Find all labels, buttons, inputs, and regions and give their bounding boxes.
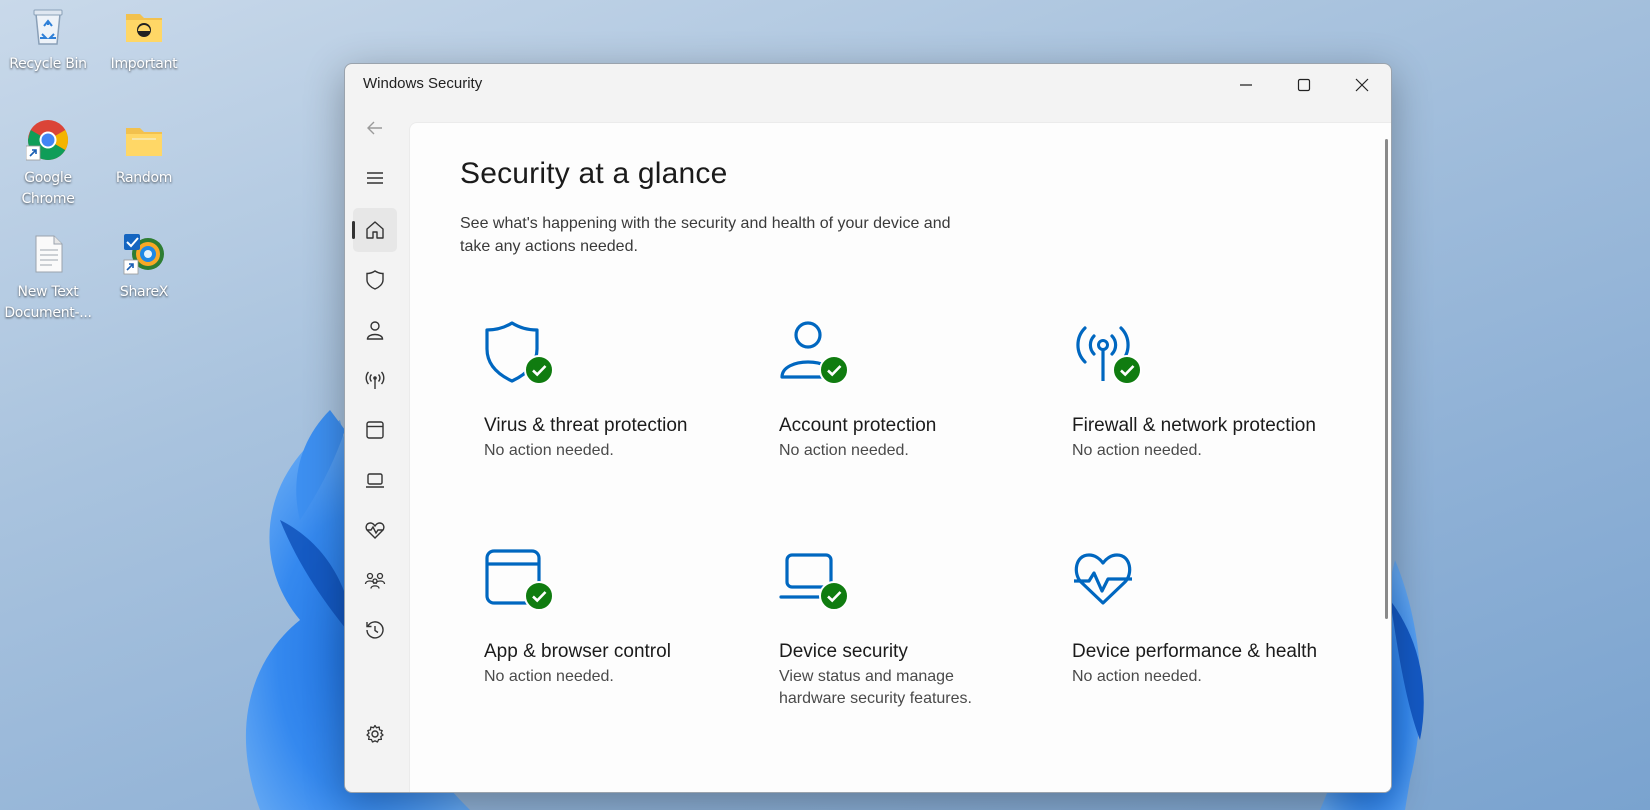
tile-device-security[interactable]: Device security View status and manage h…	[779, 545, 1029, 710]
close-button[interactable]	[1333, 64, 1391, 106]
recycle-bin-icon	[26, 4, 70, 48]
tile-device-performance-health[interactable]: Device performance & health No action ne…	[1072, 545, 1322, 688]
page-title: Security at a glance	[460, 157, 728, 190]
hamburger-menu-icon	[367, 172, 383, 184]
tile-title: App & browser control	[484, 641, 671, 662]
nav-item-home[interactable]	[352, 208, 397, 252]
app-window-icon	[366, 421, 384, 439]
checkmark-icon	[819, 355, 849, 385]
home-icon	[366, 221, 384, 239]
tile-status: No action needed.	[779, 442, 909, 459]
navigation-rail	[345, 106, 405, 792]
heart-pulse-icon	[1074, 553, 1132, 605]
checkmark-icon	[819, 581, 849, 611]
tile-title: Device security	[779, 641, 908, 662]
desktop-icon-important[interactable]: Important	[98, 4, 190, 75]
desktop-icon-label: Google Chrome	[21, 170, 75, 207]
desktop-icon-sharex[interactable]: ShareX	[98, 232, 190, 303]
window-title: Windows Security	[363, 75, 483, 92]
desktop-icon-label: New Text Document-...	[4, 284, 92, 321]
back-arrow-icon	[367, 121, 382, 135]
main-content: Security at a glance See what's happenin…	[409, 122, 1391, 792]
page-subtitle: See what's happening with the security a…	[460, 215, 951, 255]
nav-menu-button[interactable]	[353, 156, 397, 200]
shield-icon	[366, 270, 384, 290]
heart-pulse-icon	[365, 522, 385, 539]
laptop-icon	[366, 473, 384, 488]
tile-status: View status and manage hardware security…	[779, 668, 972, 707]
desktop-icon-label: Important	[110, 56, 178, 72]
minimize-icon	[1240, 84, 1252, 86]
nav-item-app-browser[interactable]	[353, 408, 397, 452]
antenna-icon	[365, 371, 385, 389]
nav-back-button[interactable]	[353, 106, 397, 150]
tile-status: No action needed.	[484, 668, 614, 685]
desktop-icon-recycle-bin[interactable]: Recycle Bin	[2, 4, 94, 75]
nav-item-device-performance[interactable]	[353, 508, 397, 552]
checkmark-icon	[524, 355, 554, 385]
maximize-icon	[1297, 78, 1311, 92]
folder-icon	[122, 118, 166, 162]
gear-icon	[366, 724, 384, 743]
nav-item-history[interactable]	[353, 608, 397, 652]
nav-item-firewall[interactable]	[353, 358, 397, 402]
desktop-icon-label: Random	[115, 170, 173, 186]
folder-icon	[122, 4, 166, 48]
family-icon	[364, 572, 386, 589]
tile-title: Virus & threat protection	[484, 415, 688, 436]
title-bar[interactable]: Windows Security	[345, 64, 1391, 106]
desktop-icon-random[interactable]: Random	[98, 118, 190, 189]
windows-security-window: Windows Security Security at a glance Se…	[344, 63, 1392, 793]
tile-virus-threat-protection[interactable]: Virus & threat protection No action need…	[484, 319, 734, 462]
nav-item-settings[interactable]	[353, 712, 397, 756]
nav-item-virus-threat[interactable]	[353, 258, 397, 302]
scrollbar[interactable]	[1385, 139, 1388, 619]
person-icon	[366, 321, 384, 340]
tile-title: Firewall & network protection	[1072, 415, 1316, 436]
history-icon	[366, 621, 384, 639]
desktop-icon-google-chrome[interactable]: Google Chrome	[2, 118, 94, 210]
maximize-button[interactable]	[1275, 64, 1333, 106]
nav-item-device-security[interactable]	[353, 458, 397, 502]
desktop-icon-new-text-document[interactable]: New Text Document-...	[2, 232, 94, 324]
tile-title: Device performance & health	[1072, 641, 1318, 662]
selection-indicator	[352, 221, 355, 239]
nav-item-account[interactable]	[353, 308, 397, 352]
desktop-icon-label: Recycle Bin	[9, 56, 87, 72]
minimize-button[interactable]	[1217, 64, 1275, 106]
text-document-icon	[26, 232, 70, 276]
tile-firewall-network-protection[interactable]: Firewall & network protection No action …	[1072, 319, 1322, 462]
tile-status: No action needed.	[1072, 442, 1202, 459]
desktop-icon-label: ShareX	[119, 284, 169, 300]
checkmark-icon	[524, 581, 554, 611]
tile-title: Account protection	[779, 415, 937, 436]
tile-status: No action needed.	[1072, 668, 1202, 685]
sharex-icon	[122, 232, 166, 276]
checkmark-icon	[1112, 355, 1142, 385]
nav-item-family[interactable]	[353, 558, 397, 602]
tile-status: No action needed.	[484, 442, 614, 459]
tile-app-browser-control[interactable]: App & browser control No action needed.	[484, 545, 734, 688]
chrome-icon	[25, 118, 70, 162]
close-icon	[1355, 78, 1369, 92]
tile-account-protection[interactable]: Account protection No action needed.	[779, 319, 1029, 462]
